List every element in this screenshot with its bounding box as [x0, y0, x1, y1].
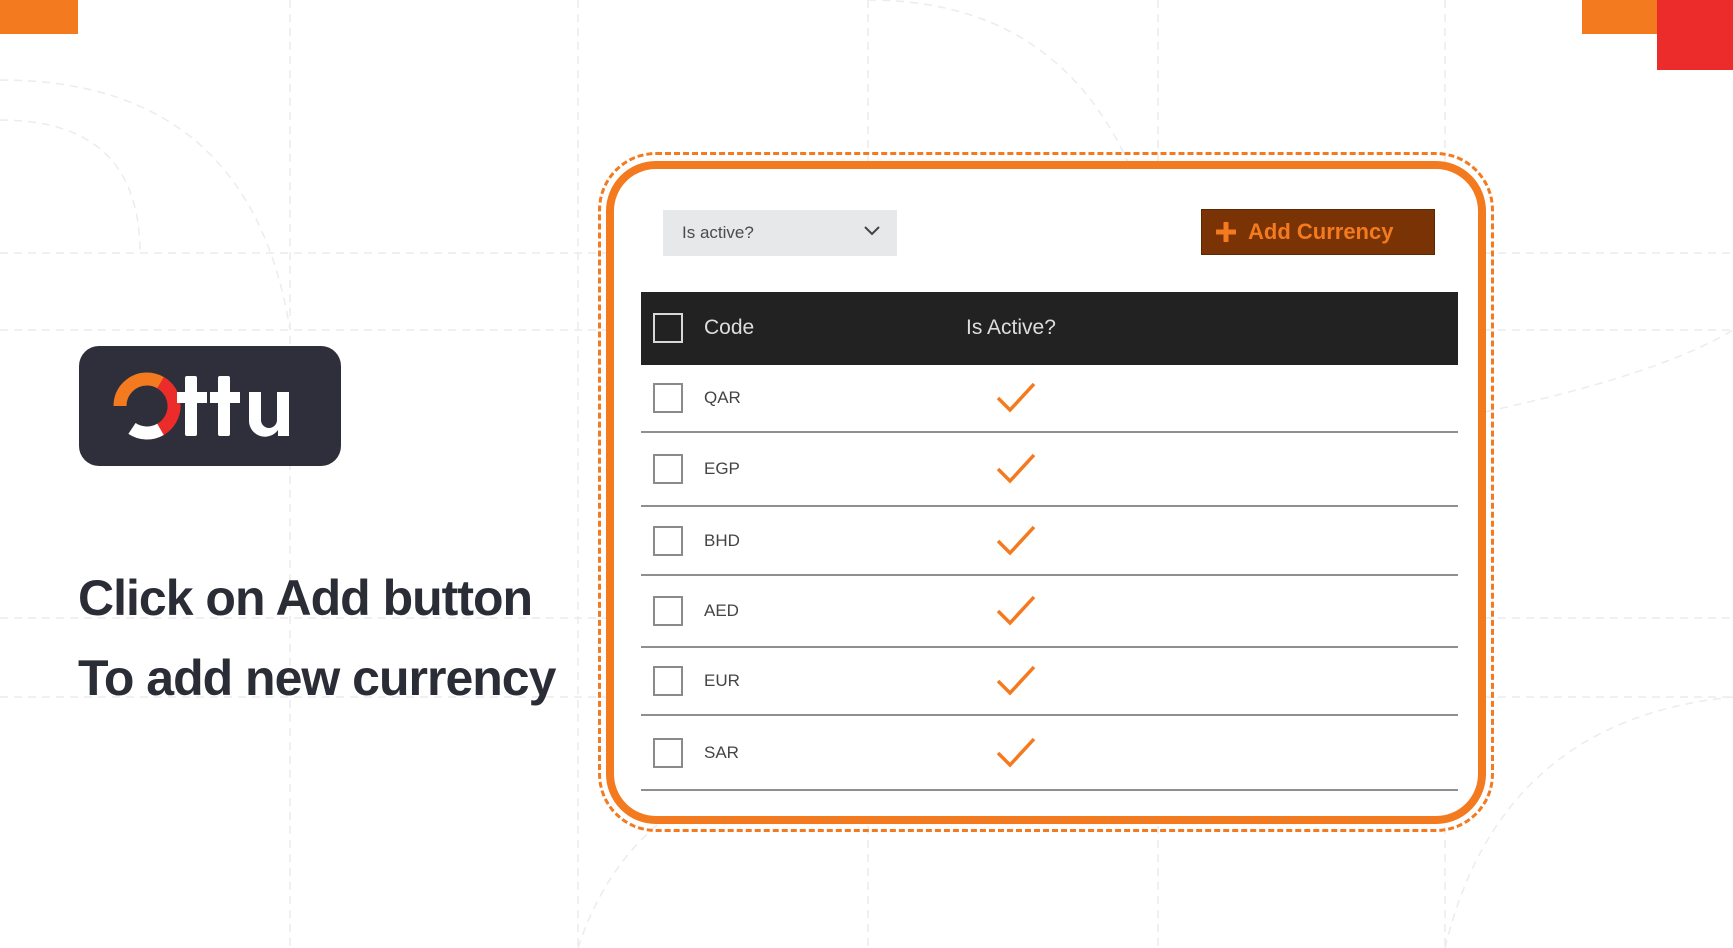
instruction-line-2: To add new currency — [78, 650, 556, 706]
currency-code: BHD — [704, 530, 740, 550]
row-checkbox[interactable] — [653, 454, 683, 484]
checkmark-icon — [996, 382, 1036, 413]
add-currency-button[interactable]: Add Currency — [1201, 209, 1435, 255]
table-row[interactable]: AED — [641, 576, 1458, 648]
instruction-line-1: Click on Add button — [78, 570, 533, 626]
table-row[interactable]: SAR — [641, 716, 1458, 791]
checkmark-icon — [996, 595, 1036, 626]
checkmark-icon — [996, 525, 1036, 556]
corner-accent-orange-right — [1582, 0, 1657, 34]
currency-code: EGP — [704, 459, 740, 478]
table-row[interactable]: EUR — [641, 648, 1458, 716]
corner-accent-red — [1657, 0, 1733, 70]
filter-label: Is active? — [682, 223, 754, 242]
is-active-filter-dropdown[interactable]: Is active? — [663, 210, 897, 256]
currency-code: EUR — [704, 671, 740, 690]
table-row[interactable]: BHD — [641, 507, 1458, 576]
corner-accent-orange-left — [0, 0, 78, 34]
ottu-logo — [79, 346, 341, 466]
currency-code: AED — [704, 601, 739, 620]
row-checkbox[interactable] — [653, 525, 683, 556]
currency-table: Code Is Active? QAR EGP BHD AED EUR SAR — [641, 292, 1458, 791]
currency-code: QAR — [704, 388, 741, 407]
table-body: QAR EGP BHD AED EUR SAR — [641, 365, 1458, 791]
checkmark-icon — [996, 665, 1036, 696]
table-header: Code Is Active? — [641, 292, 1458, 365]
row-checkbox[interactable] — [653, 596, 683, 626]
currency-panel: Is active? Add Currency Code Is Active? … — [606, 161, 1486, 824]
row-checkbox[interactable] — [653, 383, 683, 413]
currency-code: SAR — [704, 742, 739, 762]
checkmark-icon — [996, 737, 1036, 768]
row-checkbox[interactable] — [653, 666, 683, 696]
add-currency-label: Add Currency — [1248, 219, 1394, 244]
column-header-is-active: Is Active? — [966, 316, 1056, 339]
ottu-logo-mark — [113, 372, 289, 440]
instruction-text: Click on Add button To add new currency — [78, 568, 556, 728]
table-row[interactable]: EGP — [641, 433, 1458, 507]
table-row[interactable]: QAR — [641, 365, 1458, 433]
row-checkbox[interactable] — [653, 737, 683, 768]
checkmark-icon — [996, 453, 1036, 484]
column-header-code: Code — [704, 316, 755, 339]
plus-icon — [1216, 222, 1236, 242]
select-all-checkbox[interactable] — [653, 313, 683, 343]
chevron-down-icon — [864, 226, 880, 236]
